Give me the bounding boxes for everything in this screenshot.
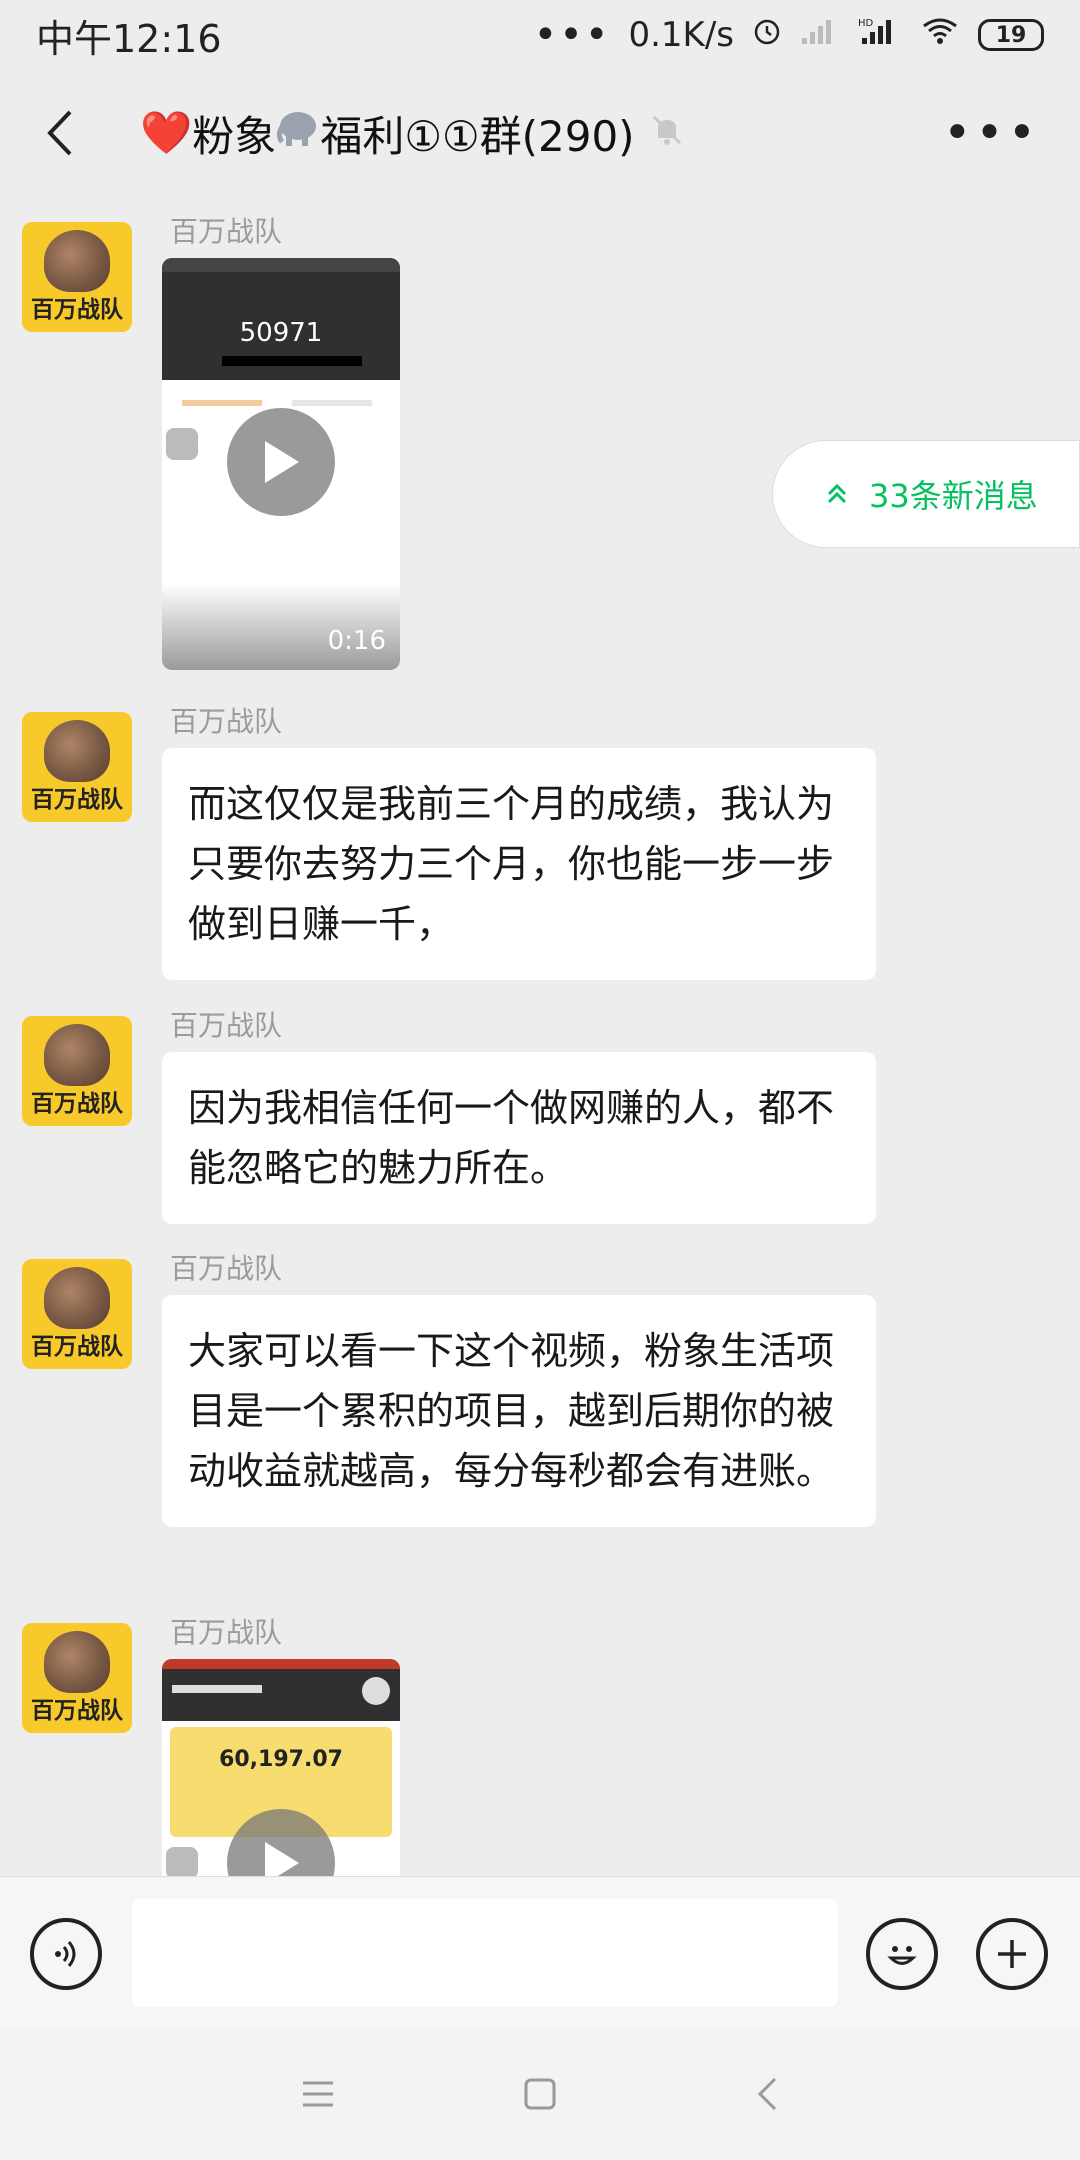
title-part2: 福利①①群(290) [320,111,635,161]
avatar[interactable]: 百万战队 [22,1259,132,1369]
message-item: 百万战队 百万战队 而这仅仅是我前三个月的成绩，我认为只要你去努力三个月，你也能… [22,700,1062,980]
alarm-icon [752,15,782,55]
elephant-icon [44,1024,110,1086]
avatar[interactable]: 百万战队 [22,222,132,332]
video-duration: 0:16 [327,626,386,656]
net-speed: 0.1K/s [628,15,734,55]
svg-text:HD: HD [858,18,874,29]
new-messages-label: 33条新消息 [869,477,1038,515]
chat-list[interactable]: 百万战队 百万战队 50971 0:16 33条新消息 百万战队 百万战队 而这… [0,196,1080,1876]
back-nav-button[interactable] [746,2072,790,2116]
signal-icon [800,15,840,55]
avatar[interactable]: 百万战队 [22,712,132,822]
message-input[interactable] [132,1899,838,2007]
back-arrow-icon [47,110,72,156]
video-message[interactable]: 60,197.07 [162,1659,400,1876]
menu-icon [303,2081,333,2107]
avatar-label: 百万战队 [31,1698,123,1724]
sender-name: 百万战队 [170,215,283,248]
chat-title[interactable]: ❤️ 粉象 福利①①群(290) [140,103,685,164]
avatar-label: 百万战队 [31,1091,123,1117]
new-messages-pill[interactable]: 33条新消息 [772,440,1080,548]
avatar[interactable]: 百万战队 [22,1623,132,1733]
sender-name: 百万战队 [170,705,283,738]
double-chevron-up-icon [827,483,847,504]
avatar-label: 百万战队 [31,297,123,323]
input-bar [0,1876,1080,2030]
wifi-icon [920,15,960,55]
elephant-icon [44,230,110,292]
battery-icon: 19 [978,19,1044,51]
heart-emoji: ❤️ [140,108,193,157]
sender-name: 百万战队 [170,1009,283,1042]
home-button[interactable] [518,2072,562,2116]
video-message[interactable]: 50971 0:16 [162,258,400,670]
notification-dots: ••• [533,12,611,58]
status-icons: ••• 0.1K/s HD 19 [534,12,1044,58]
video-preview-header: 50971 [162,258,400,380]
message-bubble[interactable]: 大家可以看一下这个视频，粉象生活项目是一个累积的项目，越到后期你的被动收益就越高… [162,1295,876,1527]
avatar-label: 百万战队 [31,1334,123,1360]
avatar-label: 百万战队 [31,787,123,813]
mute-bell-icon [649,109,685,158]
home-square-icon [524,2078,556,2110]
plus-button[interactable] [976,1918,1048,1990]
sender-name: 百万战队 [170,1252,283,1285]
message-item: 百万战队 百万战队 大家可以看一下这个视频，粉象生活项目是一个累积的项目，越到后… [22,1247,1062,1547]
elephant-icon [44,1631,110,1693]
message-bubble[interactable]: 而这仅仅是我前三个月的成绩，我认为只要你去努力三个月，你也能一步一步做到日赚一千… [162,748,876,980]
plus-icon [998,1940,1026,1968]
play-icon[interactable] [227,408,335,516]
avatar[interactable]: 百万战队 [22,1016,132,1126]
voice-icon [55,1941,76,1967]
title-part1: 粉象 [192,111,277,161]
video-preview-number: 50971 [239,318,323,348]
back-button[interactable] [30,103,90,163]
emoji-icon [887,1946,917,1965]
video-preview-header [162,1659,400,1721]
status-time: 中午12:16 [36,16,222,61]
more-icon[interactable]: ••• [943,105,1040,161]
message-bubble[interactable]: 因为我相信任何一个做网赚的人，都不能忽略它的魅力所在。 [162,1052,876,1224]
message-item: 百万战队 百万战队 60,197.07 [22,1611,1062,1876]
chat-header: ❤️ 粉象 福利①①群(290) ••• [0,70,1080,196]
back-nav-icon [757,2077,777,2111]
voice-button[interactable] [30,1918,102,1990]
menu-button[interactable] [296,2072,340,2116]
sender-name: 百万战队 [170,1616,283,1649]
video-preview-number: 60,197.07 [219,1747,343,1772]
system-nav-bar [0,2030,1080,2160]
emoji-button[interactable] [866,1918,938,1990]
elephant-emoji-icon [276,108,320,158]
elephant-icon [44,720,110,782]
message-item: 百万战队 百万战队 因为我相信任何一个做网赚的人，都不能忽略它的魅力所在。 [22,1004,1062,1224]
elephant-icon [44,1267,110,1329]
status-bar: 中午12:16 ••• 0.1K/s HD 19 [0,0,1080,70]
signal-hd-icon: HD [858,15,902,55]
